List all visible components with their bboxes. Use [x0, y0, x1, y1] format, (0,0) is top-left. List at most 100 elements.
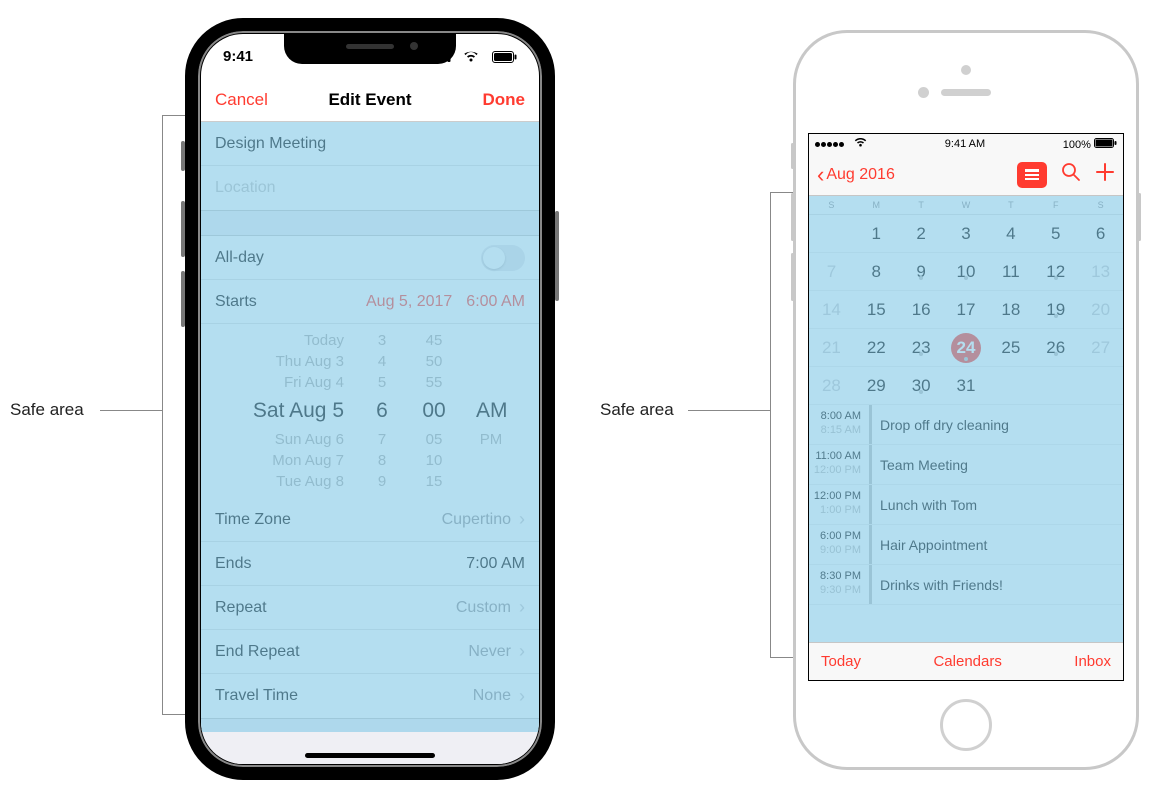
wifi-icon — [854, 138, 867, 147]
weekday-cell: T — [899, 200, 944, 210]
allday-row[interactable]: All-day — [201, 236, 539, 280]
back-button[interactable]: ‹ Aug 2016 — [817, 162, 895, 188]
day-cell[interactable]: 3 — [944, 224, 989, 244]
day-cell[interactable]: 11 — [988, 262, 1033, 282]
day-cell[interactable]: 13 — [1078, 262, 1123, 282]
day-cell[interactable]: 25 — [988, 338, 1033, 358]
day-cell[interactable]: 27 — [1078, 338, 1123, 358]
callout-line — [100, 410, 162, 411]
calendars-button[interactable]: Calendars — [933, 653, 1001, 670]
side-button — [791, 193, 794, 241]
list-icon — [1024, 168, 1040, 182]
day-cell[interactable]: 6 — [1078, 224, 1123, 244]
view-mode-button[interactable] — [1017, 162, 1047, 188]
statusbar-time: 9:41 — [223, 48, 253, 65]
battery-icon — [1094, 138, 1117, 148]
event-dot — [964, 357, 968, 361]
traveltime-row[interactable]: Travel Time None › — [201, 674, 539, 718]
repeat-row[interactable]: Repeat Custom › — [201, 586, 539, 630]
side-button — [181, 141, 185, 171]
picker-row[interactable]: Thu Aug 3450 — [201, 351, 539, 372]
picker-row[interactable]: Tue Aug 8915 — [201, 471, 539, 492]
day-cell[interactable]: 20 — [1078, 300, 1123, 320]
event-dot — [1054, 276, 1058, 280]
month-row: 123456 — [809, 215, 1123, 253]
day-cell[interactable]: 10 — [944, 262, 989, 282]
agenda-row[interactable]: 8:00 AM8:15 AMDrop off dry cleaning — [809, 405, 1123, 445]
day-cell[interactable]: 4 — [988, 224, 1033, 244]
statusbar-time: 9:41 AM — [945, 138, 985, 150]
repeat-value: Custom — [456, 599, 511, 617]
phone-hardware — [796, 33, 1136, 133]
picker-row[interactable]: Sat Aug 5600AM — [201, 393, 539, 429]
starts-row[interactable]: Starts Aug 5, 2017 6:00 AM — [201, 280, 539, 324]
day-cell[interactable]: 28 — [809, 376, 854, 396]
day-cell[interactable]: 31 — [944, 376, 989, 396]
event-dot — [1054, 352, 1058, 356]
agenda-row[interactable]: 8:30 PM9:30 PMDrinks with Friends! — [809, 565, 1123, 605]
allday-label: All-day — [215, 249, 481, 267]
day-cell[interactable]: 8 — [854, 262, 899, 282]
side-button — [555, 211, 559, 301]
day-cell[interactable]: 2 — [899, 224, 944, 244]
day-cell[interactable]: 23 — [899, 338, 944, 358]
ends-row[interactable]: Ends 7:00 AM — [201, 542, 539, 586]
event-dot — [1054, 314, 1058, 318]
event-location-field[interactable]: Location — [201, 166, 539, 210]
day-cell[interactable]: 9 — [899, 262, 944, 282]
agenda-title: Hair Appointment — [872, 525, 995, 564]
agenda-title: Drop off dry cleaning — [872, 405, 1017, 444]
day-cell[interactable]: 22 — [854, 338, 899, 358]
day-cell[interactable]: 15 — [854, 300, 899, 320]
weekday-cell: T — [988, 200, 1033, 210]
home-indicator[interactable] — [305, 753, 435, 758]
carrier-icons — [815, 138, 867, 150]
day-cell[interactable]: 29 — [854, 376, 899, 396]
chevron-right-icon: › — [519, 686, 525, 707]
day-cell[interactable]: 30 — [899, 376, 944, 396]
timezone-row[interactable]: Time Zone Cupertino › — [201, 498, 539, 542]
agenda-time: 6:00 PM9:00 PM — [809, 525, 869, 564]
side-button — [791, 253, 794, 301]
day-cell[interactable]: 1 — [854, 224, 899, 244]
day-cell[interactable]: 19 — [1033, 300, 1078, 320]
day-cell[interactable]: 16 — [899, 300, 944, 320]
day-cell[interactable]: 18 — [988, 300, 1033, 320]
side-button — [181, 271, 185, 327]
cancel-button[interactable]: Cancel — [215, 90, 293, 110]
weekday-cell: W — [944, 200, 989, 210]
search-button[interactable] — [1061, 162, 1081, 187]
agenda-row[interactable]: 11:00 AM12:00 PMTeam Meeting — [809, 445, 1123, 485]
day-cell[interactable]: 12 — [1033, 262, 1078, 282]
event-title-field[interactable]: Design Meeting — [201, 122, 539, 166]
starts-label: Starts — [215, 293, 366, 311]
inbox-button[interactable]: Inbox — [1074, 653, 1111, 670]
picker-row[interactable]: Sun Aug 6705PM — [201, 429, 539, 450]
day-cell[interactable]: 26 — [1033, 338, 1078, 358]
day-cell[interactable]: 21 — [809, 338, 854, 358]
navbar: Cancel Edit Event Done — [201, 78, 539, 122]
day-cell[interactable]: 5 — [1033, 224, 1078, 244]
agenda-title: Drinks with Friends! — [872, 565, 1011, 604]
agenda-row[interactable]: 6:00 PM9:00 PMHair Appointment — [809, 525, 1123, 565]
picker-row[interactable]: Mon Aug 7810 — [201, 450, 539, 471]
add-button[interactable] — [1095, 162, 1115, 187]
home-button[interactable] — [940, 699, 992, 751]
day-cell[interactable]: 24 — [944, 333, 989, 363]
picker-row[interactable]: Fri Aug 4555 — [201, 372, 539, 393]
done-button[interactable]: Done — [448, 90, 526, 110]
day-cell[interactable]: 7 — [809, 262, 854, 282]
iphone-8-frame: 9:41 AM 100% ‹ Aug 2016 — [793, 30, 1139, 770]
endrepeat-row[interactable]: End Repeat Never › — [201, 630, 539, 674]
screen: 9:41 AM 100% ‹ Aug 2016 — [808, 133, 1124, 681]
iphone-x-frame: 9:41 Cancel Edit Event Done Design Meeti… — [185, 18, 555, 780]
date-picker[interactable]: Today345Thu Aug 3450Fri Aug 4555Sat Aug … — [201, 324, 539, 498]
day-cell[interactable]: 14 — [809, 300, 854, 320]
picker-row[interactable]: Today345 — [201, 330, 539, 351]
day-cell[interactable]: 17 — [944, 300, 989, 320]
safe-area-label-2: Safe area — [600, 400, 674, 420]
repeat-label: Repeat — [215, 599, 456, 617]
allday-switch[interactable] — [481, 245, 525, 271]
agenda-row[interactable]: 12:00 PM1:00 PMLunch with Tom — [809, 485, 1123, 525]
today-button[interactable]: Today — [821, 653, 861, 670]
